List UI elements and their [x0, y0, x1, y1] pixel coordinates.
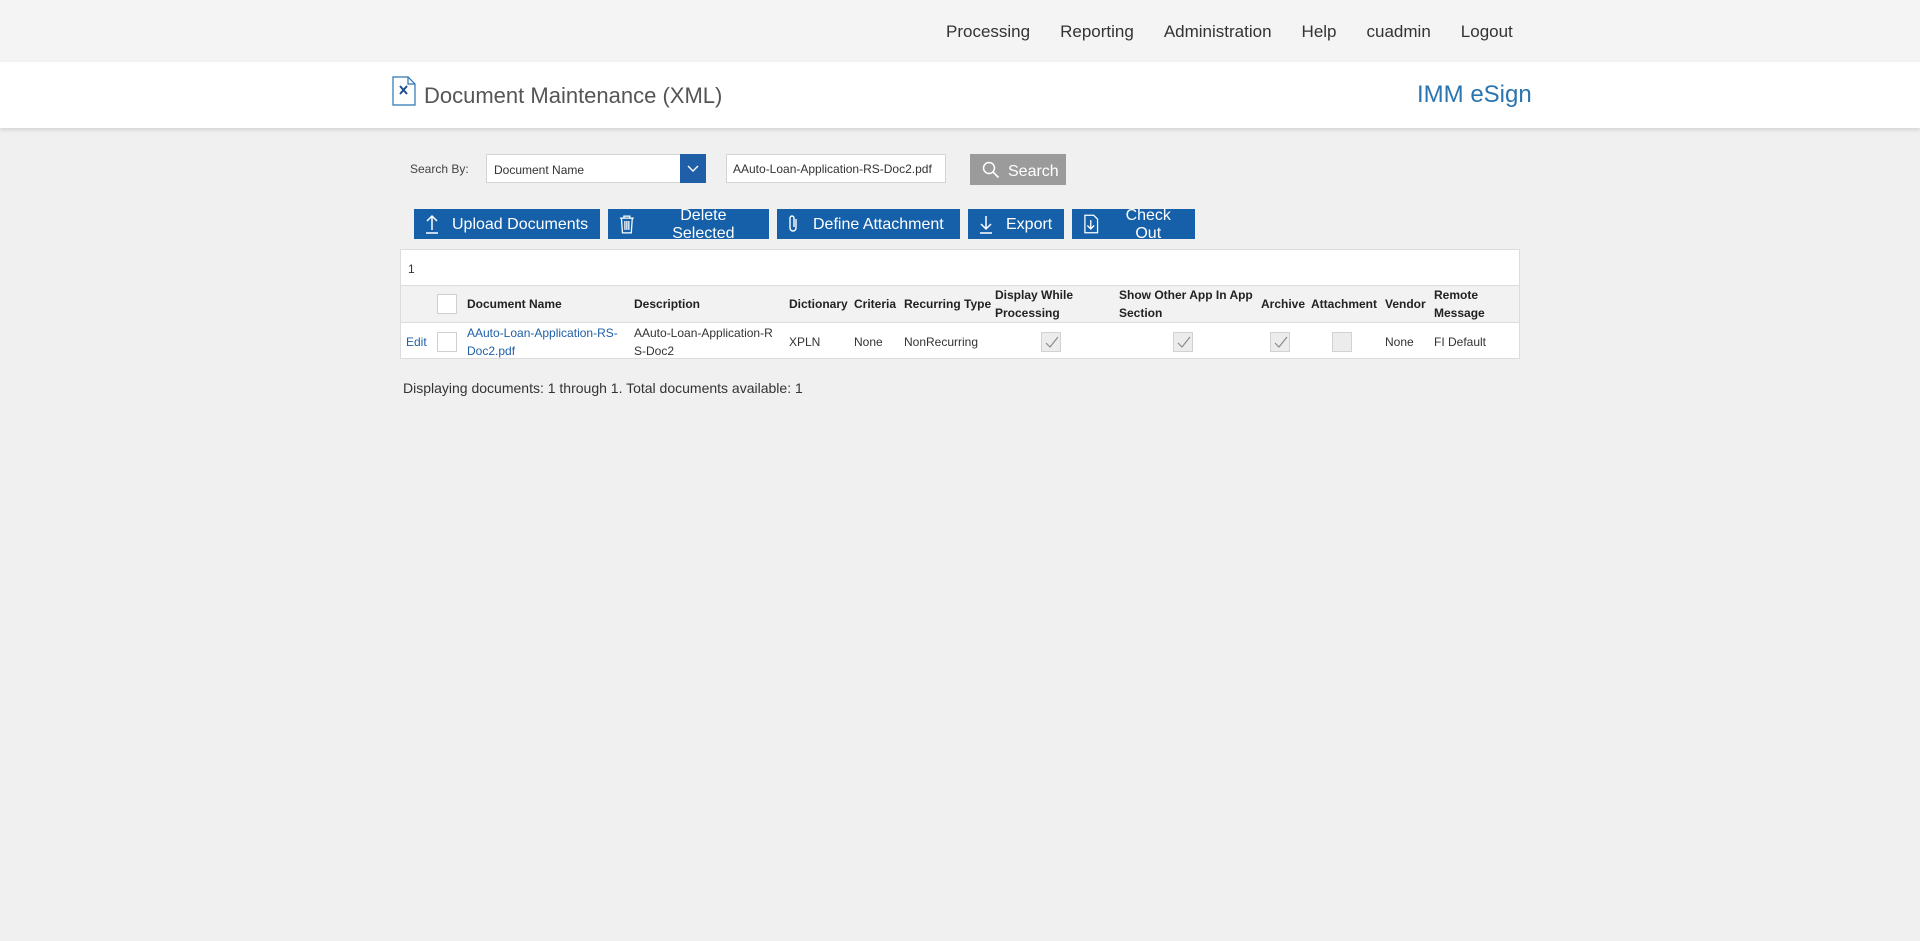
table-header: Document Name Description Dictionary Cri… [401, 285, 1519, 323]
nav-logout[interactable]: Logout [1461, 22, 1513, 42]
header-vendor[interactable]: Vendor [1385, 295, 1426, 313]
nav-help[interactable]: Help [1302, 22, 1337, 42]
header-show-other-line2: Section [1119, 306, 1163, 320]
display-while-processing-checkbox [1041, 332, 1061, 352]
document-name-line2: Doc2.pdf [467, 344, 516, 358]
header-remote-line1: Remote [1434, 288, 1479, 302]
document-name-link[interactable]: AAuto-Loan-Application-RS- Doc2.pdf [467, 324, 618, 360]
search-field-value: Document Name [494, 163, 585, 177]
vendor-cell: None [1385, 335, 1414, 349]
header-archive[interactable]: Archive [1261, 295, 1305, 313]
documents-count-status: Displaying documents: 1 through 1. Total… [403, 380, 803, 396]
header-display-while-processing[interactable]: Display While Processing [995, 286, 1073, 322]
search-button[interactable]: Search [970, 154, 1066, 185]
brand-name: IMM eSign [1417, 81, 1532, 108]
search-icon [982, 161, 1000, 178]
header-recurring-type[interactable]: Recurring Type [904, 295, 991, 313]
archive-checkbox [1270, 332, 1290, 352]
attachment-checkbox [1332, 332, 1352, 352]
export-button[interactable]: Export [968, 209, 1064, 239]
page-title: Document Maintenance (XML) [424, 83, 723, 108]
show-other-app-checkbox [1173, 332, 1193, 352]
header-document-name[interactable]: Document Name [467, 295, 562, 313]
header-description[interactable]: Description [634, 295, 700, 313]
header-dictionary[interactable]: Dictionary [789, 295, 848, 313]
delete-selected-button[interactable]: Delete Selected [608, 207, 769, 242]
document-xml-icon [392, 76, 416, 106]
check-out-button[interactable]: Check Out [1072, 207, 1195, 242]
criteria-cell: None [854, 335, 883, 349]
search-button-label: Search [1008, 162, 1059, 180]
check-out-label: Check Out [1125, 207, 1171, 242]
trash-icon [619, 215, 634, 234]
row-select-checkbox[interactable] [437, 332, 457, 352]
documents-grid: 1 Document Name Description Dictionary C… [400, 249, 1520, 359]
dropdown-toggle[interactable] [680, 154, 706, 183]
header-attachment[interactable]: Attachment [1311, 295, 1377, 313]
header-show-other-line1: Show Other App In App [1119, 288, 1253, 302]
select-all-checkbox[interactable] [437, 294, 457, 314]
header-criteria[interactable]: Criteria [854, 295, 896, 313]
pager-page-number[interactable]: 1 [408, 262, 415, 276]
edit-link[interactable]: Edit [406, 333, 427, 351]
define-attachment-label: Define Attachment [813, 216, 944, 233]
header-remote-message[interactable]: Remote Message [1434, 286, 1485, 322]
dictionary-cell: XPLN [789, 335, 821, 349]
nav-user[interactable]: cuadmin [1367, 22, 1431, 42]
remote-message-cell: FI Default [1434, 335, 1487, 349]
upload-documents-button[interactable]: Upload Documents [414, 209, 600, 239]
export-label: Export [1006, 216, 1053, 233]
description-line1: AAuto-Loan-Application-R [634, 326, 773, 340]
checkmark-icon [1177, 336, 1191, 348]
checkmark-icon [1045, 336, 1059, 348]
checkmark-icon [1274, 336, 1288, 348]
nav-processing[interactable]: Processing [946, 22, 1030, 42]
upload-icon [426, 214, 438, 234]
define-attachment-button[interactable]: Define Attachment [777, 209, 960, 239]
top-nav-menu: Processing Reporting Administration Help… [946, 22, 1543, 42]
top-navigation: Processing Reporting Administration Help… [0, 0, 1920, 62]
header-display-while-line1: Display While [995, 288, 1074, 302]
document-name-line1: AAuto-Loan-Application-RS- [467, 326, 618, 340]
delete-selected-label: Delete Selected [672, 207, 735, 242]
paperclip-icon [789, 215, 797, 232]
check-out-icon [1084, 214, 1099, 234]
search-by-label: Search By: [410, 162, 469, 176]
upload-documents-label: Upload Documents [452, 216, 589, 233]
action-toolbar: Upload Documents Delete Selected Define … [414, 207, 1203, 242]
chevron-down-icon [687, 165, 699, 172]
recurring-type-cell: NonRecurring [904, 335, 979, 349]
header-remote-line2: Message [1434, 306, 1485, 320]
page-header: Document Maintenance (XML) IMM eSign [0, 62, 1920, 128]
header-show-other-app[interactable]: Show Other App In App Section [1119, 286, 1253, 322]
header-display-while-line2: Processing [995, 306, 1060, 320]
description-line2: S-Doc2 [634, 344, 675, 358]
description-cell: AAuto-Loan-Application-R S-Doc2 [634, 324, 773, 360]
nav-reporting[interactable]: Reporting [1060, 22, 1134, 42]
search-input[interactable] [726, 154, 946, 183]
nav-administration[interactable]: Administration [1164, 22, 1272, 42]
search-field-select[interactable]: Document Name [486, 154, 706, 183]
download-icon [980, 216, 992, 234]
